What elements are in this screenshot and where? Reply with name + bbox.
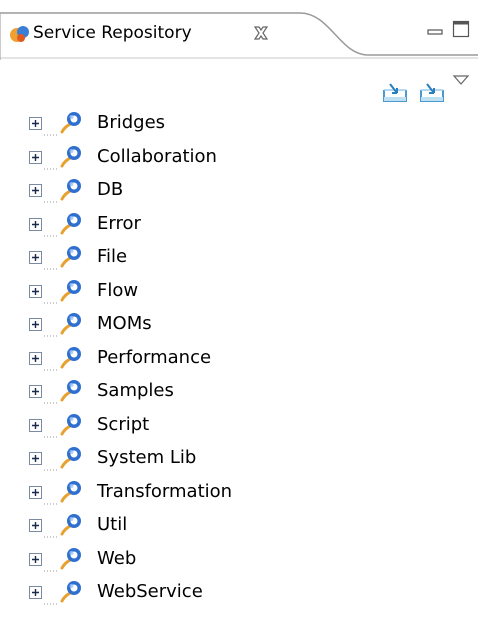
expand-icon[interactable] xyxy=(29,283,42,298)
tree-item[interactable]: Transformation xyxy=(0,475,478,508)
tree-connector xyxy=(44,121,58,136)
tree-connector xyxy=(44,289,58,303)
tree-connector xyxy=(44,490,58,504)
expand-icon[interactable] xyxy=(29,551,42,566)
expand-icon[interactable] xyxy=(29,517,42,532)
view-toolbar xyxy=(0,60,478,102)
chevron-down-icon[interactable] xyxy=(452,72,470,86)
tree-item-label: DB xyxy=(97,179,124,200)
tree-item-label: Flow xyxy=(97,279,139,301)
tree-connector xyxy=(44,590,58,605)
view-title[interactable]: Service Repository xyxy=(33,22,192,44)
expand-icon[interactable] xyxy=(29,115,42,130)
maximize-icon[interactable] xyxy=(452,20,470,38)
view-tab-bar: Service Repository xyxy=(0,0,478,60)
tree-item[interactable]: Samples xyxy=(0,374,478,407)
tree-item-label: System Lib xyxy=(97,447,197,468)
folder-service-icon xyxy=(58,546,84,572)
tree-item[interactable]: WebService xyxy=(0,575,478,608)
expand-icon[interactable] xyxy=(29,316,42,331)
tree-item-label: Transformation xyxy=(97,480,233,502)
folder-service-icon xyxy=(58,110,84,136)
tree-item[interactable]: Script xyxy=(0,408,478,441)
tree-connector xyxy=(44,322,58,337)
folder-service-icon xyxy=(58,211,84,237)
tree-item-label: Script xyxy=(97,413,150,435)
tree-connector xyxy=(44,423,58,437)
folder-service-icon xyxy=(58,378,84,404)
expand-icon[interactable] xyxy=(29,216,42,231)
expand-icon[interactable] xyxy=(29,417,42,432)
tree-connector xyxy=(44,222,58,236)
folder-service-icon xyxy=(58,311,84,337)
expand-icon[interactable] xyxy=(29,484,42,499)
import-icon[interactable] xyxy=(381,80,409,104)
tree-item-label: MOMs xyxy=(97,313,152,334)
tree-item[interactable]: MOMs xyxy=(0,307,478,340)
tree-item-label: Collaboration xyxy=(97,145,217,167)
tree-item[interactable]: Flow xyxy=(0,274,478,307)
tree-item-label: Samples xyxy=(97,380,174,401)
tree-connector xyxy=(44,523,58,538)
tree-connector xyxy=(44,356,58,370)
close-icon[interactable] xyxy=(250,22,272,44)
tree-item[interactable]: Collaboration xyxy=(0,140,478,173)
tree-item-label: Util xyxy=(97,514,128,535)
tree-item[interactable]: Util xyxy=(0,508,478,541)
tree-item-label: File xyxy=(97,246,128,267)
folder-service-icon xyxy=(58,144,84,170)
tree-item[interactable]: Performance xyxy=(0,341,478,374)
tree-item-label: WebService xyxy=(97,581,203,602)
tree-item[interactable]: Bridges xyxy=(0,106,478,139)
expand-icon[interactable] xyxy=(29,249,42,264)
tree-connector xyxy=(44,557,58,571)
expand-icon[interactable] xyxy=(29,350,42,365)
tree-connector xyxy=(44,255,58,270)
expand-icon[interactable] xyxy=(29,182,42,197)
folder-service-icon xyxy=(58,177,84,203)
tree-connector xyxy=(44,188,58,203)
folder-service-icon xyxy=(58,412,84,438)
tree-item-label: Web xyxy=(97,547,137,569)
expand-icon[interactable] xyxy=(29,584,42,599)
tree-item[interactable]: DB xyxy=(0,173,478,206)
tree-item-label: Performance xyxy=(97,346,212,368)
minimize-icon[interactable] xyxy=(427,24,443,38)
folder-service-icon xyxy=(58,345,84,371)
tree-item-label: Error xyxy=(97,212,141,234)
folder-service-icon xyxy=(58,479,84,505)
folder-service-icon xyxy=(58,278,84,304)
service-repository-icon xyxy=(9,23,31,45)
tree-connector xyxy=(44,389,58,404)
tree-item[interactable]: File xyxy=(0,240,478,273)
folder-service-icon xyxy=(58,579,84,605)
expand-icon[interactable] xyxy=(29,149,42,164)
folder-service-icon xyxy=(58,512,84,538)
expand-icon[interactable] xyxy=(29,383,42,398)
folder-service-icon xyxy=(58,244,84,270)
tree-connector xyxy=(44,155,58,169)
expand-icon[interactable] xyxy=(29,450,42,465)
service-repository-view: Service Repository Bridges Collaboration… xyxy=(0,0,478,622)
tree-item[interactable]: Error xyxy=(0,207,478,240)
tree-connector xyxy=(44,456,58,471)
tree-item[interactable]: System Lib xyxy=(0,441,478,474)
tree-item[interactable]: Web xyxy=(0,542,478,575)
tree-item-label: Bridges xyxy=(97,112,166,133)
export-icon[interactable] xyxy=(418,80,446,104)
folder-service-icon xyxy=(58,445,84,471)
